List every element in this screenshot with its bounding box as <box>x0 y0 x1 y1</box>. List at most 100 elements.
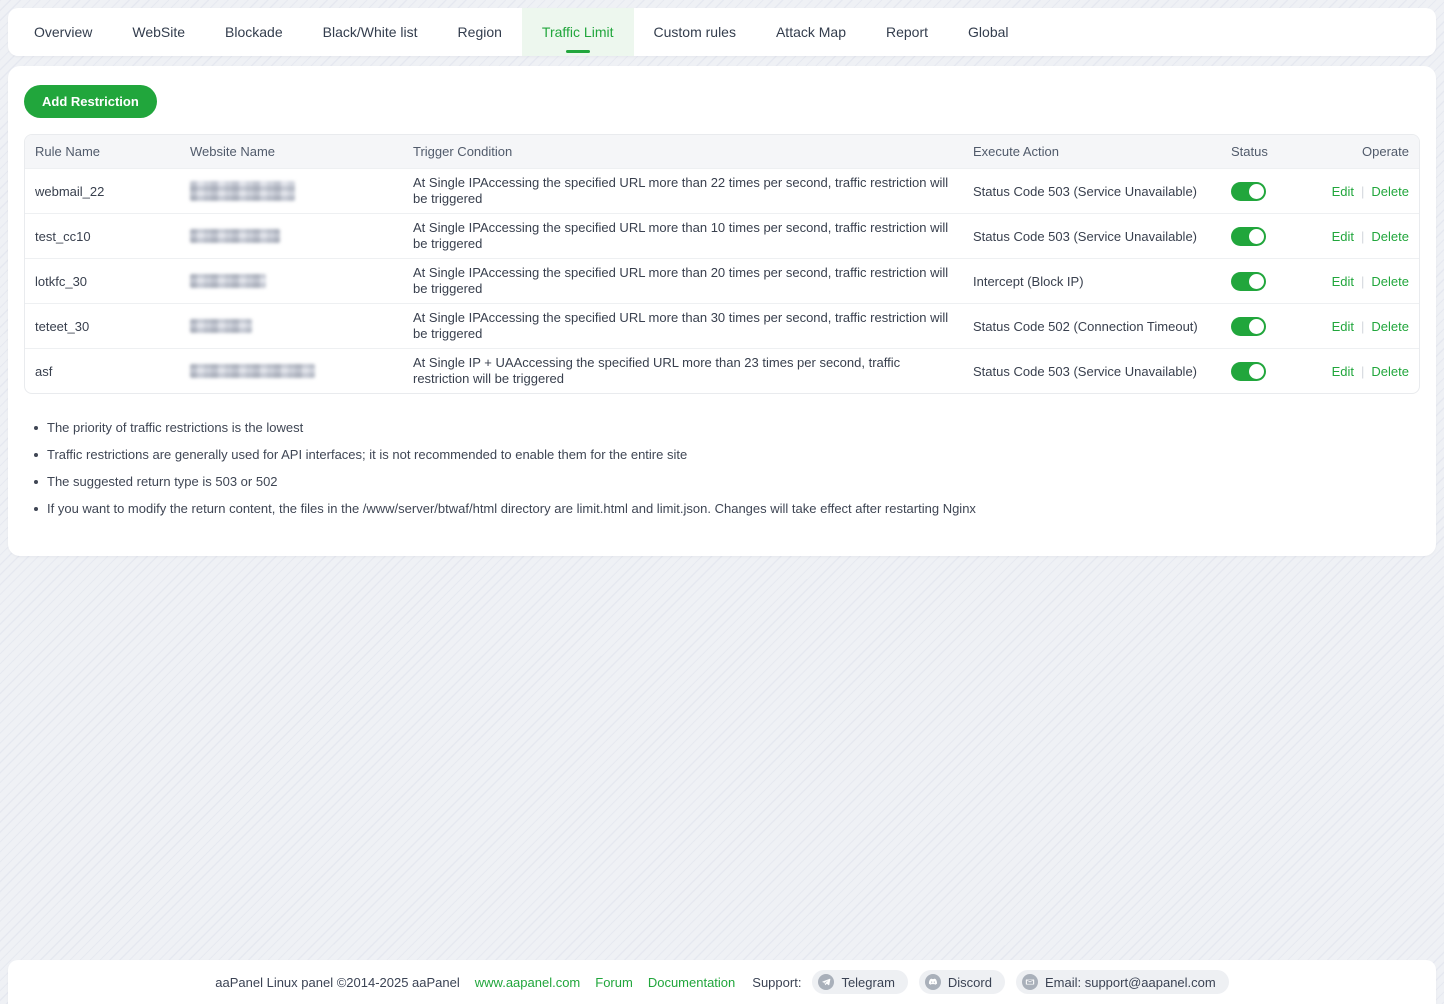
delete-link[interactable]: Delete <box>1371 364 1409 379</box>
toggle-knob <box>1249 319 1264 334</box>
tab-global[interactable]: Global <box>948 8 1028 56</box>
toggle-knob <box>1249 274 1264 289</box>
traffic-limit-panel: Add Restriction Rule Name Website Name T… <box>8 66 1436 556</box>
tab-region[interactable]: Region <box>438 8 522 56</box>
telegram-badge[interactable]: Telegram <box>812 970 907 994</box>
tab-blockade[interactable]: Blockade <box>205 8 303 56</box>
status-toggle[interactable] <box>1231 182 1266 201</box>
tab-attack-map[interactable]: Attack Map <box>756 8 866 56</box>
tab-label: Blockade <box>225 24 283 40</box>
note-item: If you want to modify the return content… <box>34 501 1420 517</box>
rules-table: Rule Name Website Name Trigger Condition… <box>24 134 1420 394</box>
footer: aaPanel Linux panel ©2014-2025 aaPanel w… <box>8 960 1436 1004</box>
tab-label: Overview <box>34 24 92 40</box>
website-name-redacted <box>190 229 280 243</box>
tab-label: Custom rules <box>654 24 736 40</box>
status-cell <box>1231 317 1331 336</box>
table-row: teteet_30 At Single IPAccessing the spec… <box>25 303 1419 348</box>
website-name-cell <box>190 274 413 288</box>
website-name-redacted <box>190 319 252 333</box>
status-cell <box>1231 272 1331 291</box>
rule-name: lotkfc_30 <box>25 274 190 289</box>
rule-name: test_cc10 <box>25 229 190 244</box>
tab-label: Global <box>968 24 1008 40</box>
website-name-cell <box>190 229 413 243</box>
trigger-condition: At Single IPAccessing the specified URL … <box>413 220 973 252</box>
trigger-condition: At Single IPAccessing the specified URL … <box>413 265 973 297</box>
copyright-text: aaPanel Linux panel ©2014-2025 aaPanel <box>215 975 460 990</box>
discord-badge[interactable]: Discord <box>919 970 1005 994</box>
email-label: Email: support@aapanel.com <box>1045 975 1216 990</box>
tab-report[interactable]: Report <box>866 8 948 56</box>
delete-link[interactable]: Delete <box>1371 229 1409 244</box>
trigger-condition: At Single IPAccessing the specified URL … <box>413 310 973 342</box>
edit-link[interactable]: Edit <box>1332 364 1354 379</box>
status-toggle[interactable] <box>1231 362 1266 381</box>
toggle-knob <box>1249 229 1264 244</box>
telegram-label: Telegram <box>841 975 894 990</box>
active-tab-indicator <box>566 50 590 53</box>
delete-link[interactable]: Delete <box>1371 184 1409 199</box>
header-trigger-condition: Trigger Condition <box>413 144 973 160</box>
note-item: The suggested return type is 503 or 502 <box>34 474 1420 490</box>
support-label: Support: <box>752 975 801 990</box>
website-name-cell <box>190 364 413 378</box>
edit-link[interactable]: Edit <box>1332 229 1354 244</box>
tab-overview[interactable]: Overview <box>14 8 112 56</box>
rule-name: teteet_30 <box>25 319 190 334</box>
edit-link[interactable]: Edit <box>1332 319 1354 334</box>
tab-label: Report <box>886 24 928 40</box>
operate-separator: | <box>1361 229 1364 244</box>
table-row: asf At Single IP + UAAccessing the speci… <box>25 348 1419 393</box>
table-row: test_cc10 At Single IPAccessing the spec… <box>25 213 1419 258</box>
tab-black-white-list[interactable]: Black/White list <box>303 8 438 56</box>
bullet-dot-icon <box>34 453 38 457</box>
top-nav: Overview WebSite Blockade Black/White li… <box>8 8 1436 56</box>
delete-link[interactable]: Delete <box>1371 319 1409 334</box>
tab-custom-rules[interactable]: Custom rules <box>634 8 756 56</box>
add-restriction-button[interactable]: Add Restriction <box>24 85 157 118</box>
tab-label: Black/White list <box>323 24 418 40</box>
operate-separator: | <box>1361 274 1364 289</box>
documentation-link[interactable]: Documentation <box>648 975 735 990</box>
note-text: Traffic restrictions are generally used … <box>47 447 687 463</box>
execute-action: Status Code 503 (Service Unavailable) <box>973 184 1231 199</box>
website-name-redacted <box>190 364 315 378</box>
tab-label: Region <box>458 24 502 40</box>
trigger-condition: At Single IP + UAAccessing the specified… <box>413 355 973 387</box>
status-toggle[interactable] <box>1231 317 1266 336</box>
rule-name: asf <box>25 364 190 379</box>
discord-label: Discord <box>948 975 992 990</box>
table-row: webmail_22 At Single IPAccessing the spe… <box>25 168 1419 213</box>
forum-link[interactable]: Forum <box>595 975 633 990</box>
bullet-dot-icon <box>34 480 38 484</box>
edit-link[interactable]: Edit <box>1332 184 1354 199</box>
tab-website[interactable]: WebSite <box>112 8 205 56</box>
email-icon <box>1022 974 1038 990</box>
execute-action: Status Code 503 (Service Unavailable) <box>973 364 1231 379</box>
toggle-knob <box>1249 364 1264 379</box>
status-toggle[interactable] <box>1231 272 1266 291</box>
status-cell <box>1231 182 1331 201</box>
note-item: The priority of traffic restrictions is … <box>34 420 1420 436</box>
operate-separator: | <box>1361 364 1364 379</box>
website-link[interactable]: www.aapanel.com <box>475 975 581 990</box>
delete-link[interactable]: Delete <box>1371 274 1409 289</box>
status-cell <box>1231 227 1331 246</box>
bullet-dot-icon <box>34 426 38 430</box>
tab-traffic-limit[interactable]: Traffic Limit <box>522 8 634 56</box>
email-badge[interactable]: Email: support@aapanel.com <box>1016 970 1229 994</box>
telegram-icon <box>818 974 834 990</box>
status-toggle[interactable] <box>1231 227 1266 246</box>
status-cell <box>1231 362 1331 381</box>
note-item: Traffic restrictions are generally used … <box>34 447 1420 463</box>
header-rule-name: Rule Name <box>25 144 190 159</box>
discord-icon <box>925 974 941 990</box>
tab-label: Traffic Limit <box>542 24 614 40</box>
header-execute-action: Execute Action <box>973 144 1231 159</box>
website-name-redacted <box>190 181 295 201</box>
header-operate: Operate <box>1331 144 1419 159</box>
table-row: lotkfc_30 At Single IPAccessing the spec… <box>25 258 1419 303</box>
edit-link[interactable]: Edit <box>1332 274 1354 289</box>
website-name-cell <box>190 319 413 333</box>
